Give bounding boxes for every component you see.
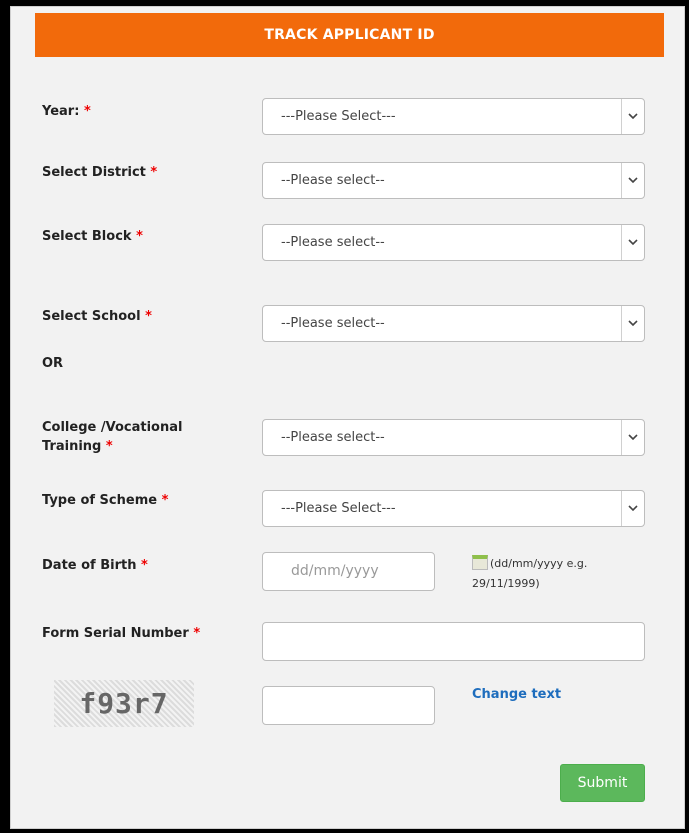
chevron-down-icon (621, 99, 644, 134)
year-label: Year: * (42, 102, 91, 121)
dob-label: Date of Birth * (42, 556, 148, 575)
required-mark: * (161, 493, 169, 508)
district-label-text: Select District (42, 165, 146, 180)
change-captcha-link[interactable]: Change text (472, 687, 561, 702)
block-select-value: --Please select-- (281, 235, 385, 250)
dob-hint: (dd/mm/yyyy e.g. 29/11/1999) (472, 554, 587, 594)
captcha-input[interactable] (262, 686, 435, 725)
required-mark: * (83, 104, 91, 119)
scheme-label: Type of Scheme * (42, 491, 168, 510)
chevron-down-icon (621, 225, 644, 260)
year-label-text: Year: (42, 104, 80, 119)
serial-label: Form Serial Number * (42, 624, 200, 643)
scheme-label-text: Type of Scheme (42, 493, 158, 508)
college-label-line2: Training (42, 439, 102, 454)
dob-input[interactable]: dd/mm/yyyy (262, 552, 435, 591)
year-select-value: ---Please Select--- (281, 109, 396, 124)
or-separator: OR (42, 356, 64, 371)
required-mark: * (193, 626, 201, 641)
district-label: Select District * (42, 163, 157, 182)
scheme-select-value: ---Please Select--- (281, 501, 396, 516)
submit-button[interactable]: Submit (560, 764, 645, 802)
school-label: Select School * (42, 307, 152, 326)
required-mark: * (141, 558, 148, 573)
district-select-value: --Please select-- (281, 173, 385, 188)
district-select[interactable]: --Please select-- (262, 162, 645, 199)
dob-hint-line1: (dd/mm/yyyy e.g. (490, 557, 588, 570)
college-select[interactable]: --Please select-- (262, 419, 645, 456)
required-mark: * (150, 165, 158, 180)
required-mark: * (136, 229, 143, 244)
block-label-text: Select Block (42, 229, 132, 244)
chevron-down-icon (621, 491, 644, 526)
chevron-down-icon (621, 306, 644, 341)
calendar-icon[interactable] (472, 555, 488, 570)
college-label: College /Vocational Training * (42, 418, 182, 456)
dob-hint-line2: 29/11/1999) (472, 577, 540, 590)
chevron-down-icon (621, 420, 644, 455)
dob-label-text: Date of Birth (42, 558, 137, 573)
serial-label-text: Form Serial Number (42, 626, 189, 641)
serial-number-input[interactable] (262, 622, 645, 661)
required-mark: * (145, 309, 152, 324)
block-select[interactable]: --Please select-- (262, 224, 645, 261)
form-header: TRACK APPLICANT ID (35, 13, 664, 57)
scheme-select[interactable]: ---Please Select--- (262, 490, 645, 527)
captcha-image: f93r7 (54, 680, 194, 727)
year-select[interactable]: ---Please Select--- (262, 98, 645, 135)
college-label-line1: College /Vocational (42, 420, 183, 435)
required-mark: * (105, 439, 113, 454)
school-select-value: --Please select-- (281, 316, 385, 331)
block-label: Select Block * (42, 227, 143, 246)
school-select[interactable]: --Please select-- (262, 305, 645, 342)
school-label-text: Select School (42, 309, 141, 324)
chevron-down-icon (621, 163, 644, 198)
college-select-value: --Please select-- (281, 430, 385, 445)
